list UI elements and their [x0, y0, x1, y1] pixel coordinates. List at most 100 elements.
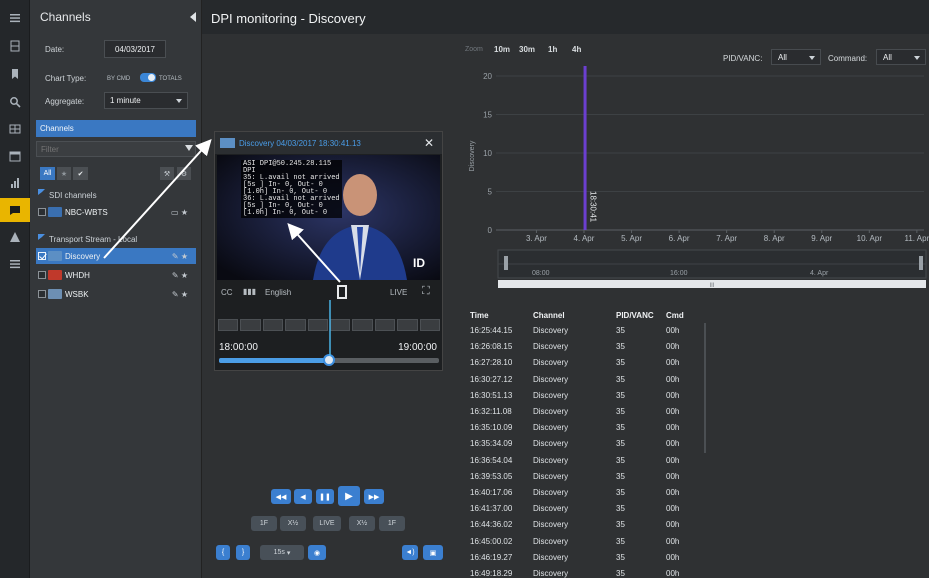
cell-cmd: 00h	[666, 390, 680, 400]
y-tick-label: 10	[483, 149, 492, 158]
timeline-thumb[interactable]	[323, 354, 335, 366]
thumbnail-strip[interactable]	[218, 319, 441, 331]
channel-row-nbc-wbts[interactable]: NBC-WBTS ▭ ★	[36, 204, 196, 220]
skip-forward-button[interactable]: ▶▶	[364, 489, 384, 504]
channel-actions[interactable]: ✎ ★	[172, 252, 188, 261]
message-icon[interactable]	[0, 198, 30, 222]
pip-icon[interactable]: ▣	[423, 545, 443, 560]
column-header-time[interactable]: Time	[470, 311, 489, 320]
frame-forward-button[interactable]: 1F	[379, 516, 405, 531]
aggregate-select[interactable]: 1 minute	[104, 92, 188, 109]
channel-checkbox[interactable]	[38, 208, 46, 216]
date-input[interactable]: 04/03/2017	[104, 40, 166, 58]
bookmark-icon[interactable]	[0, 62, 30, 86]
frame-back-button[interactable]: 1F	[251, 516, 277, 531]
filter-icon[interactable]	[185, 145, 193, 151]
pid-vanc-select[interactable]: All	[771, 49, 821, 65]
cell-pid-vanc: 35	[616, 569, 625, 578]
star-filter-icon[interactable]: ★	[57, 167, 71, 180]
video-frame[interactable]: ID ASI DPI@50.245.28.115 DPI 35: L.avail…	[217, 155, 440, 280]
channel-checkbox[interactable]	[38, 252, 46, 260]
menu-icon[interactable]	[0, 6, 30, 30]
bar-chart-icon[interactable]	[0, 171, 30, 195]
chart-type-by-cmd[interactable]: BY CMD	[107, 76, 130, 82]
slow-forward-button[interactable]: X½	[349, 516, 375, 531]
column-header-cmd[interactable]: Cmd	[666, 311, 684, 320]
cell-cmd: 00h	[666, 569, 680, 578]
channel-row-discovery[interactable]: Discovery ✎ ★	[36, 248, 196, 264]
pause-button[interactable]: ❚❚	[316, 489, 334, 504]
chart-type-totals[interactable]: TOTALS	[159, 76, 182, 82]
tools-icon[interactable]: ⚒	[160, 167, 174, 180]
navigator-label: 08:00	[532, 270, 550, 277]
channel-row-whdh[interactable]: WHDH ✎ ★	[36, 267, 196, 283]
skip-back-button[interactable]: ◀◀	[271, 489, 291, 504]
channel-name: WHDH	[65, 270, 90, 280]
column-header-pid-vanc[interactable]: PID/VANC	[616, 311, 654, 320]
step-back-button[interactable]: ◀	[294, 489, 312, 504]
zoom-4h[interactable]: 4h	[572, 45, 581, 54]
cc-button[interactable]: CC	[221, 288, 233, 297]
column-header-channel[interactable]: Channel	[533, 311, 565, 320]
live-speed-button[interactable]: LIVE	[313, 516, 341, 531]
cell-cmd: 00h	[666, 374, 680, 384]
cell-channel: Discovery	[533, 374, 569, 384]
channel-actions[interactable]: ▭ ★	[171, 208, 188, 217]
cell-cmd: 00h	[666, 552, 680, 562]
command-select[interactable]: All	[876, 49, 926, 65]
table-scrollbar[interactable]	[704, 323, 706, 453]
volume-icon[interactable]: ◄)	[402, 545, 418, 560]
chart-type-toggle[interactable]	[140, 73, 156, 82]
cell-time: 16:35:10.09	[470, 423, 513, 433]
step-size-select[interactable]: 15s ▾	[260, 545, 304, 560]
chart-type-label: Chart Type:	[45, 74, 87, 83]
y-tick-label: 15	[483, 111, 492, 120]
list-icon[interactable]	[0, 252, 30, 276]
timeline-slider[interactable]	[219, 354, 439, 366]
layout-icon[interactable]	[0, 34, 30, 58]
settings-icon[interactable]: ⚙	[177, 167, 191, 180]
search-icon[interactable]	[0, 90, 30, 114]
aggregate-value: 1 minute	[110, 96, 141, 105]
filter-input[interactable]	[36, 141, 196, 157]
fullscreen-icon[interactable]: ⛶	[422, 285, 430, 298]
collapse-panel-icon[interactable]	[190, 12, 196, 22]
group-label-transport-stream[interactable]: Transport Stream - Local	[49, 235, 137, 244]
cell-channel: Discovery	[533, 488, 569, 497]
discovery-chart[interactable]: 0 5 10 15 20 Discovery 3. Apr 4. Apr 5. Apr 6. Ap…	[458, 66, 929, 298]
insert-marker-icon[interactable]	[337, 285, 347, 299]
channel-row-wsbk[interactable]: WSBK ✎ ★	[36, 286, 196, 302]
slow-back-button[interactable]: X½	[280, 516, 306, 531]
channel-logo	[48, 270, 62, 280]
cell-cmd: 00h	[666, 342, 680, 352]
signal-icon[interactable]: ▮▮▮	[243, 287, 256, 296]
cell-channel: Discovery	[533, 326, 569, 335]
mark-out-icon[interactable]: }	[236, 545, 250, 560]
group-label-sdi[interactable]: SDI channels	[49, 191, 97, 200]
channel-checkbox[interactable]	[38, 290, 46, 298]
dpi-overlay-text: ASI DPI@50.245.28.115 DPI 35: L.avail no…	[241, 160, 342, 218]
zoom-1h[interactable]: 1h	[548, 45, 557, 54]
close-icon[interactable]: ✕	[424, 136, 434, 150]
zoom-30m[interactable]: 30m	[519, 45, 535, 54]
channel-checkbox[interactable]	[38, 271, 46, 279]
all-button[interactable]: All	[40, 167, 55, 180]
calendar-icon[interactable]	[0, 144, 30, 168]
check-filter-icon[interactable]: ✔	[73, 167, 88, 180]
language-button[interactable]: English	[265, 288, 291, 297]
snapshot-icon[interactable]: ◉	[308, 545, 326, 560]
channel-actions[interactable]: ✎ ★	[172, 290, 188, 299]
mark-in-icon[interactable]: {	[216, 545, 230, 560]
cell-cmd: 00h	[666, 358, 680, 368]
x-tick-label: 7. Apr	[716, 234, 737, 243]
cell-time: 16:25:44.15	[470, 326, 513, 335]
play-button[interactable]: ▶	[338, 486, 360, 506]
channel-actions[interactable]: ✎ ★	[172, 271, 188, 280]
x-tick-label: 10. Apr	[857, 234, 883, 243]
live-button[interactable]: LIVE	[390, 288, 407, 297]
alert-icon[interactable]	[0, 225, 30, 249]
cell-time: 16:30:51.13	[470, 390, 513, 400]
zoom-10m[interactable]: 10m	[494, 45, 510, 54]
cell-pid-vanc: 35	[616, 342, 625, 352]
grid-icon[interactable]	[0, 117, 30, 141]
